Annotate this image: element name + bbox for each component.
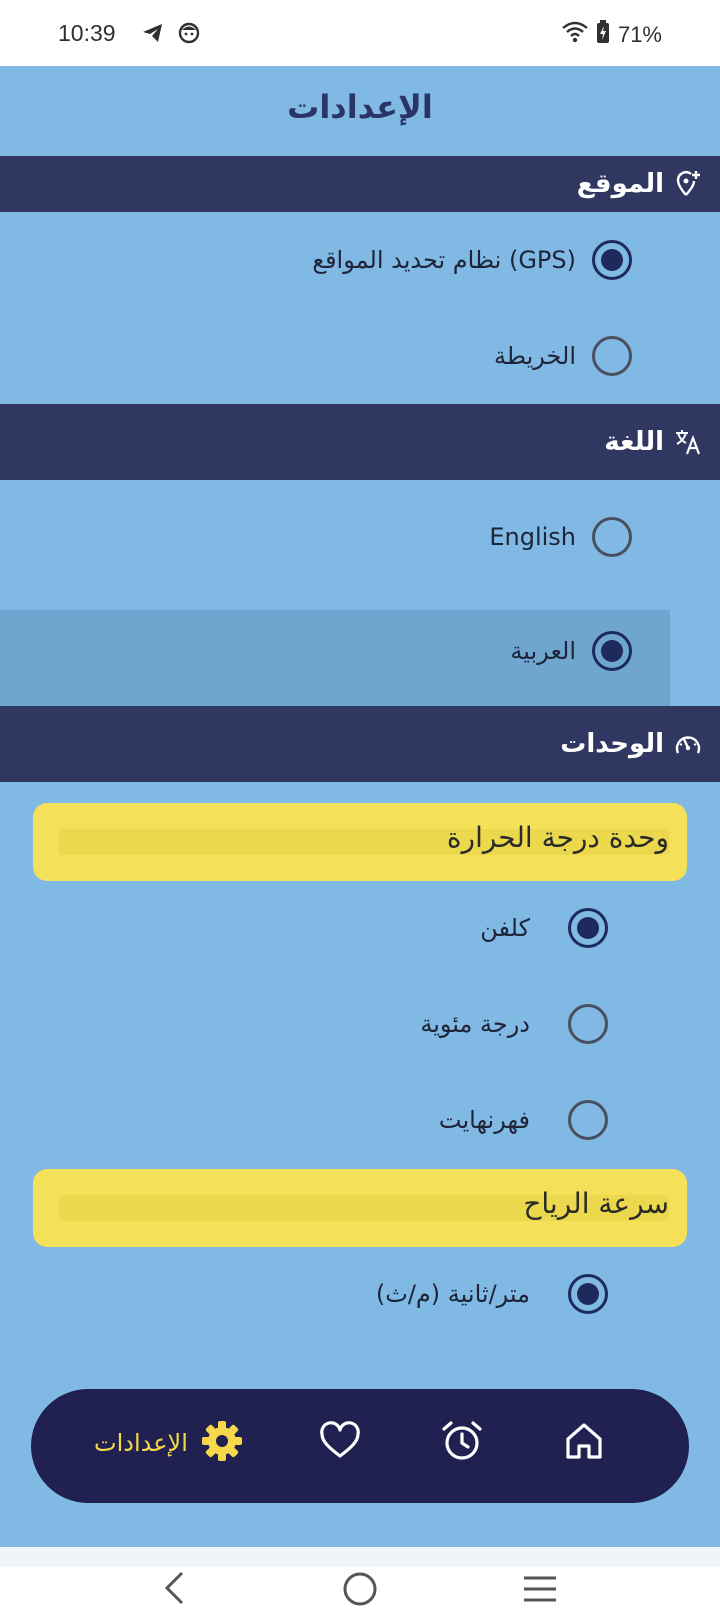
gear-icon xyxy=(200,1419,244,1467)
wind-option-mps[interactable]: متر/ثانية (م/ث) xyxy=(0,1236,720,1352)
option-label: فهرنهايت xyxy=(438,1106,530,1134)
radio-english[interactable] xyxy=(592,517,632,557)
radio-celsius[interactable] xyxy=(568,1004,608,1044)
radio-kelvin[interactable] xyxy=(568,908,608,948)
location-section-title: الموقع xyxy=(576,169,664,199)
location-pin-add-icon xyxy=(674,170,702,198)
back-icon[interactable] xyxy=(162,1571,188,1609)
page-title: الإعدادات xyxy=(287,88,433,126)
translate-icon xyxy=(674,428,702,456)
settings-screen: الإعدادات الموقع نظام تحديد المواقع (GPS… xyxy=(0,66,720,1547)
option-label: English xyxy=(489,523,576,551)
alarm-icon xyxy=(440,1419,484,1467)
battery-percent: 71% xyxy=(617,22,662,47)
units-section-header: الوحدات xyxy=(0,706,720,782)
option-label: الخريطة xyxy=(494,342,576,370)
battery-icon xyxy=(596,20,610,50)
status-notification-icons xyxy=(141,21,201,49)
temp-option-fahrenheit[interactable]: فهرنهايت xyxy=(0,1062,720,1178)
option-label: درجة مئوية xyxy=(420,1010,530,1038)
temperature-unit-title: وحدة درجة الحرارة xyxy=(446,821,669,854)
option-label: متر/ثانية (م/ث) xyxy=(375,1280,530,1308)
radio-fahrenheit[interactable] xyxy=(568,1100,608,1140)
wind-speed-title: سرعة الرياح xyxy=(523,1187,669,1220)
bottom-navigation: الإعدادات xyxy=(31,1389,689,1503)
location-option-map[interactable]: الخريطة xyxy=(0,298,720,414)
language-section-title: اللغة xyxy=(604,427,664,457)
language-section-header: اللغة xyxy=(0,404,720,480)
status-right: 71% xyxy=(562,20,662,50)
language-option-arabic[interactable]: العربية xyxy=(0,593,720,709)
radio-arabic[interactable] xyxy=(592,631,632,671)
heart-icon xyxy=(318,1419,362,1467)
face-icon xyxy=(177,21,201,49)
nav-home[interactable] xyxy=(562,1419,606,1467)
option-label: العربية xyxy=(510,637,576,665)
radio-map[interactable] xyxy=(592,336,632,376)
language-option-english[interactable]: English xyxy=(0,479,720,595)
wifi-icon xyxy=(562,21,588,49)
radio-gps[interactable] xyxy=(592,240,632,280)
nav-favorites[interactable] xyxy=(318,1419,362,1467)
speedometer-icon xyxy=(674,730,702,758)
nav-settings[interactable]: الإعدادات xyxy=(94,1419,244,1467)
status-bar: 10:39 71% xyxy=(0,0,720,66)
home-icon xyxy=(562,1419,606,1467)
units-section-title: الوحدات xyxy=(560,729,664,759)
home-circle-icon[interactable] xyxy=(342,1571,378,1611)
system-navigation-bar xyxy=(0,1547,720,1612)
recents-menu-icon[interactable] xyxy=(522,1575,558,1607)
status-time: 10:39 xyxy=(58,20,116,46)
radio-mps[interactable] xyxy=(568,1274,608,1314)
nav-alarms[interactable] xyxy=(440,1419,484,1467)
option-label: كلفن xyxy=(480,914,530,942)
telegram-icon xyxy=(141,21,165,49)
nav-settings-label: الإعدادات xyxy=(94,1429,188,1457)
option-label: نظام تحديد المواقع (GPS) xyxy=(312,246,576,274)
